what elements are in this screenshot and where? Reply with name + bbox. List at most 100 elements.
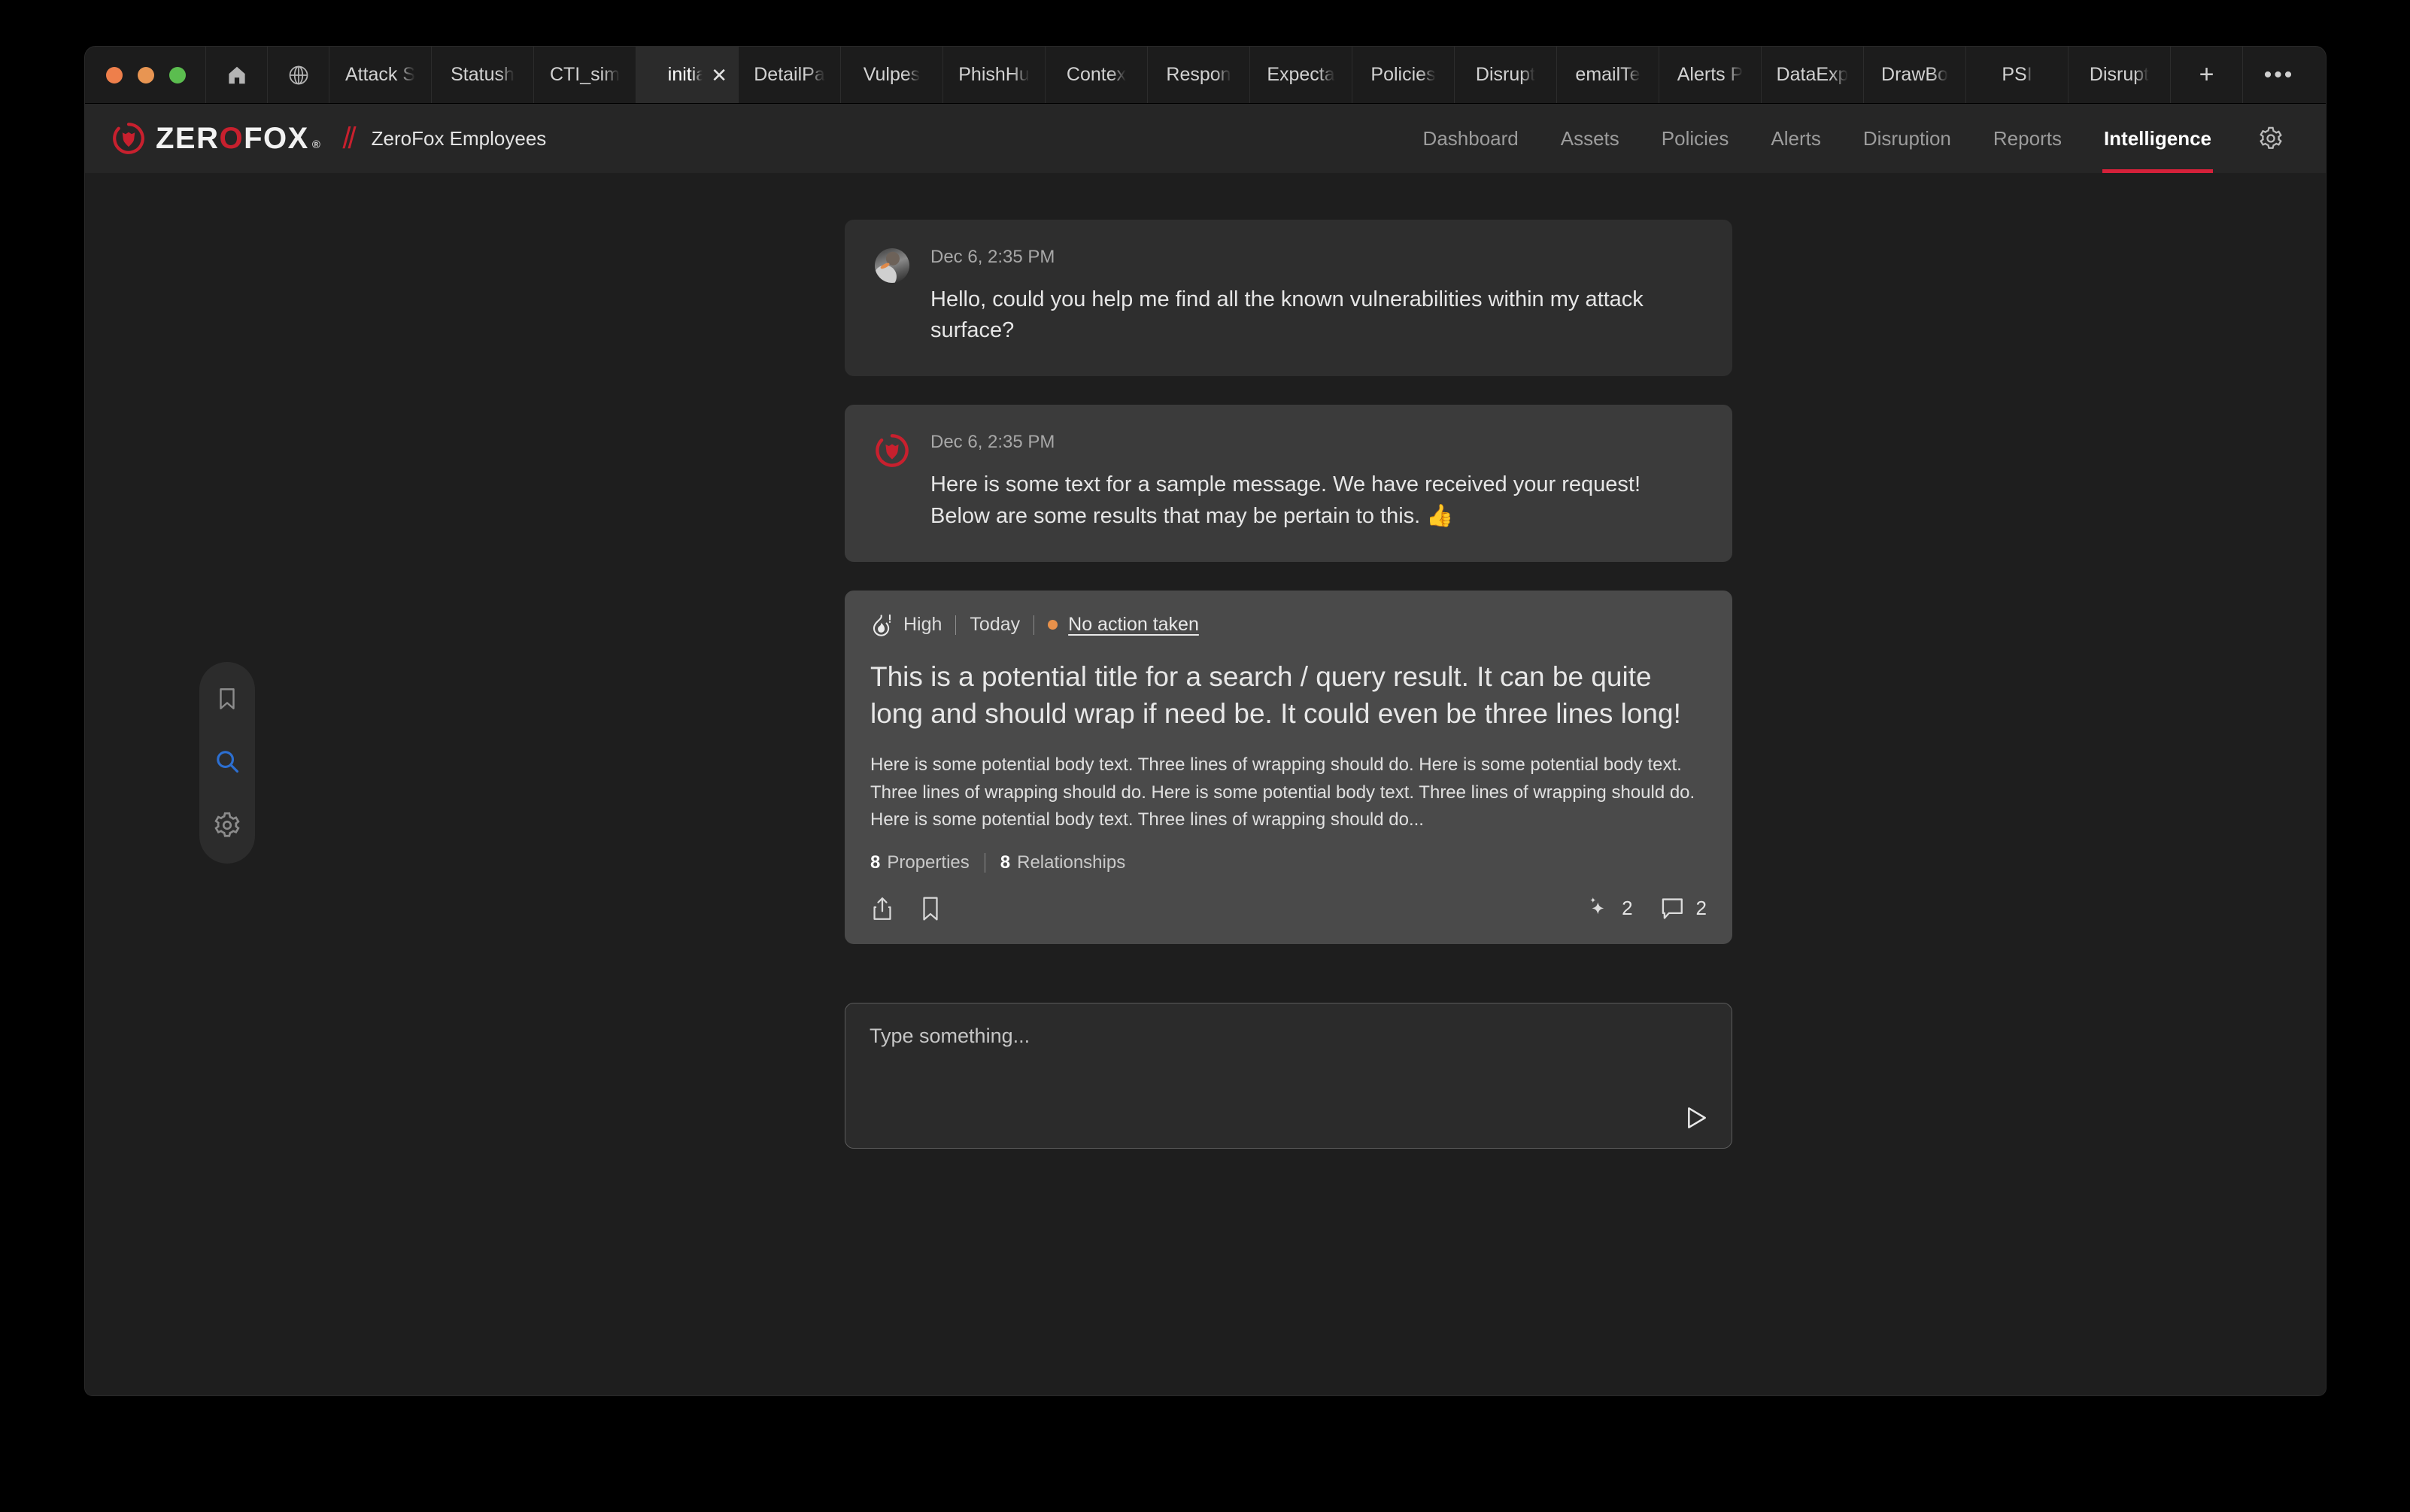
- browser-tab[interactable]: PSI: [1966, 47, 2069, 103]
- comment-icon: [1660, 897, 1686, 921]
- app-header: ZEROFOX® // ZeroFox Employees Dashboard …: [85, 104, 2326, 173]
- gear-icon[interactable]: [213, 811, 241, 839]
- browser-tab[interactable]: Expecta: [1250, 47, 1352, 103]
- browser-tab[interactable]: Policies: [1352, 47, 1455, 103]
- tab-label: Respon: [1166, 64, 1231, 86]
- browser-tab[interactable]: DrawBo: [1864, 47, 1966, 103]
- tab-label: Statush: [451, 64, 514, 86]
- chat-message-assistant: Dec 6, 2:35 PM Here is some text for a s…: [845, 405, 1732, 561]
- message-composer[interactable]: Type something...: [845, 1003, 1732, 1149]
- card-date: Today: [970, 614, 1020, 636]
- status-action-link[interactable]: No action taken: [1068, 614, 1199, 636]
- maximize-window-button[interactable]: [169, 67, 186, 83]
- share-icon[interactable]: [870, 896, 894, 921]
- bookmark-icon[interactable]: [920, 896, 941, 921]
- page-content: Dec 6, 2:35 PM Hello, could you help me …: [85, 173, 2326, 1395]
- search-result-card[interactable]: High Today No action taken This is a pot…: [845, 591, 1732, 944]
- brand-divider: //: [342, 122, 353, 156]
- card-meta-row: High Today No action taken: [870, 613, 1707, 637]
- brand-o: O: [220, 122, 244, 156]
- card-title: This is a potential title for a search /…: [870, 658, 1707, 732]
- home-icon[interactable]: [206, 47, 268, 103]
- tab-label: initia: [668, 64, 706, 86]
- chat-thread: Dec 6, 2:35 PM Hello, could you help me …: [845, 173, 1732, 1149]
- browser-tab[interactable]: CTI_sim: [534, 47, 636, 103]
- card-action-row: 2 2: [870, 896, 1707, 921]
- status-dot-icon: [1048, 620, 1058, 630]
- nav-item-intelligence[interactable]: Intelligence: [2083, 104, 2232, 173]
- browser-tab[interactable]: Respon: [1148, 47, 1250, 103]
- brand-wordmark: ZEROFOX®: [156, 122, 321, 156]
- nav-item-alerts[interactable]: Alerts: [1750, 104, 1841, 173]
- nav-item-assets[interactable]: Assets: [1540, 104, 1641, 173]
- minimize-window-button[interactable]: [138, 67, 154, 83]
- settings-gear-icon[interactable]: [2232, 104, 2303, 173]
- card-actions-right: 2 2: [1586, 896, 1707, 921]
- relationships-label[interactable]: Relationships: [1017, 852, 1125, 873]
- nav-item-policies[interactable]: Policies: [1641, 104, 1750, 173]
- tab-label: DetailPa: [754, 64, 825, 86]
- organization-name: ZeroFox Employees: [372, 127, 547, 150]
- zerofox-logo-icon: [112, 122, 145, 155]
- globe-icon[interactable]: [268, 47, 329, 103]
- card-body-text: Here is some potential body text. Three …: [870, 751, 1707, 833]
- close-window-button[interactable]: [106, 67, 123, 83]
- browser-tab[interactable]: Statush: [432, 47, 534, 103]
- nav-item-dashboard[interactable]: Dashboard: [1402, 104, 1540, 173]
- send-icon[interactable]: [1683, 1106, 1710, 1130]
- tab-label: Attack S: [345, 64, 415, 86]
- browser-tab[interactable]: DataExp: [1762, 47, 1864, 103]
- nav-item-disruption[interactable]: Disruption: [1842, 104, 1972, 173]
- browser-tab[interactable]: PhishHu: [943, 47, 1046, 103]
- message-content: Dec 6, 2:35 PM Here is some text for a s…: [930, 432, 1702, 531]
- tab-label: CTI_sim: [550, 64, 620, 86]
- tab-label: Expecta: [1267, 64, 1334, 86]
- close-tab-icon[interactable]: ✕: [711, 65, 727, 85]
- message-content: Dec 6, 2:35 PM Hello, could you help me …: [930, 247, 1702, 346]
- nav-label: Alerts: [1771, 127, 1820, 150]
- meta-divider: [955, 615, 956, 635]
- browser-tab[interactable]: Contex: [1046, 47, 1148, 103]
- nav-label: Disruption: [1863, 127, 1951, 150]
- brand-logo[interactable]: ZEROFOX®: [112, 122, 321, 156]
- sparkle-count: 2: [1622, 897, 1632, 920]
- browser-tab[interactable]: Alerts P: [1659, 47, 1762, 103]
- browser-tab[interactable]: DetailPa: [739, 47, 841, 103]
- browser-tab[interactable]: Attack S: [329, 47, 432, 103]
- user-avatar: [875, 248, 909, 283]
- brand-fox: FOX: [244, 122, 309, 156]
- nav-label: Assets: [1561, 127, 1619, 150]
- bookmark-icon[interactable]: [214, 686, 240, 712]
- tab-label: Vulpes: [864, 64, 921, 86]
- browser-tab-active[interactable]: initia ✕: [636, 47, 739, 103]
- browser-tab-strip: Attack S Statush CTI_sim initia ✕ Detail…: [85, 47, 2326, 104]
- comment-count-group[interactable]: 2: [1660, 897, 1707, 921]
- properties-label[interactable]: Properties: [887, 852, 969, 873]
- tab-label: Disrupt: [1476, 64, 1535, 86]
- message-text: Hello, could you help me find all the kn…: [930, 284, 1702, 346]
- tab-label: PhishHu: [958, 64, 1030, 86]
- browser-tab[interactable]: Disrupt: [1455, 47, 1557, 103]
- flame-alert-icon: [870, 613, 893, 637]
- browser-tab[interactable]: emailTe: [1557, 47, 1659, 103]
- tabstrip-spacer: [2315, 47, 2326, 103]
- nav-item-reports[interactable]: Reports: [1972, 104, 2083, 173]
- tab-label: DataExp: [1777, 64, 1849, 86]
- nav-label: Reports: [1993, 127, 2062, 150]
- sparkle-count-group[interactable]: 2: [1586, 896, 1632, 921]
- brand-registered-mark: ®: [312, 138, 322, 151]
- main-navigation: Dashboard Assets Policies Alerts Disrupt…: [1402, 104, 2326, 173]
- tab-overflow-button[interactable]: •••: [2243, 47, 2315, 103]
- tab-label: emailTe: [1575, 64, 1640, 86]
- brand-zero: ZER: [156, 122, 220, 156]
- new-tab-button[interactable]: +: [2171, 47, 2243, 103]
- tab-label: Contex: [1067, 64, 1126, 86]
- severity-label: High: [903, 614, 942, 636]
- window-traffic-lights: [85, 47, 206, 103]
- nav-label: Dashboard: [1423, 127, 1519, 150]
- browser-tab[interactable]: Vulpes: [841, 47, 943, 103]
- card-stats-row: 8 Properties 8 Relationships: [870, 852, 1707, 873]
- browser-tab[interactable]: Disrupt: [2069, 47, 2171, 103]
- search-icon[interactable]: [213, 747, 241, 776]
- ellipsis-icon: •••: [2264, 62, 2295, 88]
